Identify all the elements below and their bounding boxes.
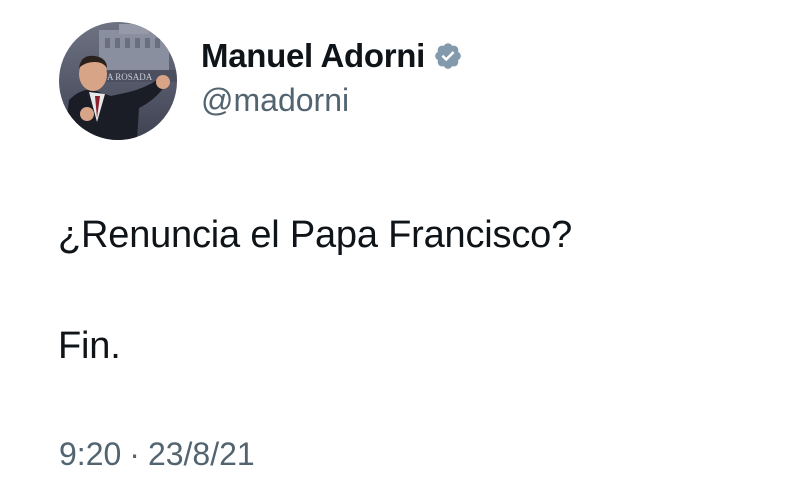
author-info: Manuel Adorni @madorni (201, 36, 463, 120)
tweet-header: A ROSADA Manuel Adorni @madorni (59, 22, 463, 140)
avatar-image: A ROSADA (59, 22, 177, 140)
tweet: A ROSADA Manuel Adorni @madorni ¿Renunci… (0, 0, 809, 487)
avatar[interactable]: A ROSADA (59, 22, 177, 140)
verified-badge-icon (433, 41, 463, 71)
tweet-timestamp[interactable]: 9:20 · 23/8/21 (59, 436, 255, 473)
user-handle[interactable]: @madorni (201, 80, 463, 120)
tweet-time: 9:20 (59, 436, 122, 472)
tweet-text-line-1: ¿Renuncia el Papa Francisco? (58, 214, 573, 256)
tweet-text-line-2: Fin. (58, 325, 121, 367)
name-row: Manuel Adorni (201, 36, 463, 76)
meta-separator: · (129, 436, 140, 472)
display-name[interactable]: Manuel Adorni (201, 36, 425, 76)
tweet-date: 23/8/21 (147, 436, 255, 472)
avatar-caption: A ROSADA (107, 72, 153, 82)
